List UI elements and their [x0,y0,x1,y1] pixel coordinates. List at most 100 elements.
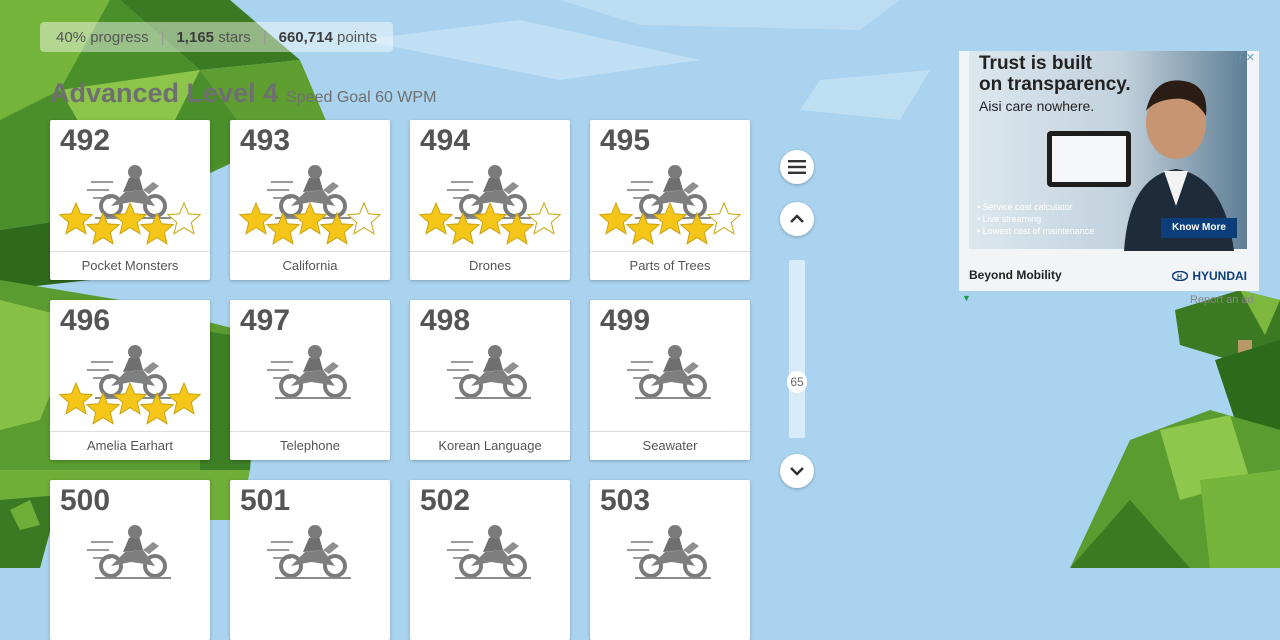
lesson-card[interactable]: 492 Pocket Monsters [50,120,210,280]
scroll-down-button[interactable] [780,454,814,488]
star-icon [166,382,202,415]
lesson-card[interactable]: 502 [410,480,570,640]
menu-icon [788,160,806,174]
star-rating [58,382,202,425]
lesson-card[interactable]: 497 Telephone [230,300,390,460]
level-slider-handle[interactable]: 65 [787,371,807,393]
motorcycle-icon [87,525,171,579]
lesson-title: Parts of Trees [629,258,711,273]
lesson-number: 493 [240,124,291,157]
star-icon [112,202,148,235]
card-divider [410,251,570,252]
card-divider [50,251,210,252]
star-rating [238,202,382,245]
ad-bullet: Live streaming [977,213,1094,225]
ad-tagline: Beyond Mobility [969,268,1062,282]
motorcycle-icon [267,345,351,399]
star-icon [418,202,454,235]
card-divider [410,431,570,432]
star-rating [418,202,562,245]
motorcycle-icon [267,525,351,579]
points-stat: 660,714 points [278,28,378,46]
star-icon [499,211,535,245]
star-icon [679,211,715,245]
stats-bar: 40% progress | 1,165 stars | 660,714 poi… [40,22,394,52]
level-header: Advanced Level 4 Speed Goal 60 WPM [50,78,436,109]
lesson-title: Seawater [642,438,698,453]
lesson-card[interactable]: 493 California [230,120,390,280]
stats-separator: | [262,28,267,46]
lesson-number: 497 [240,304,291,337]
motorcycle-icon [627,525,711,579]
star-icon [112,382,148,415]
lesson-number: 492 [60,124,111,157]
lesson-number: 498 [420,304,471,337]
lesson-number: 499 [600,304,651,337]
level-slider-track[interactable] [789,260,805,438]
star-icon [292,202,328,235]
lesson-card[interactable]: 499 Seawater [590,300,750,460]
lesson-card[interactable]: 494 Drones [410,120,570,280]
star-icon [139,211,175,245]
lesson-title: Amelia Earhart [87,438,173,453]
star-icon [526,202,562,235]
stats-separator: | [160,28,165,46]
speed-goal: Speed Goal 60 WPM [286,89,437,106]
report-ad-link[interactable]: Report an ad [1190,294,1254,306]
star-icon [166,202,202,235]
card-divider [590,431,750,432]
lesson-number: 500 [60,484,111,517]
lesson-title: Telephone [280,438,340,453]
star-icon [625,211,661,245]
chevron-down-icon [790,467,804,476]
star-rating [58,202,202,245]
ad-choices-icon[interactable]: ⓘ✕ [1235,51,1255,65]
star-icon [346,202,382,235]
ad-know-more-button[interactable]: Know More [1161,218,1237,238]
hyundai-logo-icon: H [1172,271,1189,281]
menu-button[interactable] [780,150,814,184]
star-icon [598,202,634,235]
star-icon [85,211,121,245]
lesson-card[interactable]: 495 Parts of Trees [590,120,750,280]
ad-indicator-icon: ▼ [962,293,971,303]
svg-text:H: H [1177,274,1182,281]
ad-bullets: Service cost calculator Live streaming L… [977,201,1095,237]
star-icon [265,211,301,245]
lesson-number: 494 [420,124,471,157]
card-divider [590,251,750,252]
lesson-card[interactable]: 500 [50,480,210,640]
lesson-number: 503 [600,484,651,517]
level-title: Advanced Level 4 [50,78,279,108]
star-icon [85,391,121,425]
card-divider [50,431,210,432]
motorcycle-icon [447,525,531,579]
ad-bullet: Lowest cost of maintenance [977,225,1095,237]
star-icon [58,382,94,415]
ad-headline: on transparency. [979,74,1131,95]
motorcycle-icon [627,345,711,399]
scroll-up-button[interactable] [780,202,814,236]
star-rating [598,202,742,245]
stars-stat: 1,165 stars [176,28,251,46]
lesson-card[interactable]: 501 [230,480,390,640]
chevron-up-icon [790,214,804,223]
lesson-number: 501 [240,484,291,517]
star-icon [706,202,742,235]
lesson-number: 502 [420,484,471,517]
lesson-card[interactable]: 503 [590,480,750,640]
progress-stat: 40% progress [56,28,149,46]
star-icon [445,211,481,245]
star-icon [238,202,274,235]
star-icon [319,211,355,245]
ad-bullet: Service cost calculator [977,201,1094,213]
star-icon [58,202,94,235]
lesson-card[interactable]: 498 Korean Language [410,300,570,460]
motorcycle-icon [447,345,531,399]
ad-subline: Aisi care nowhere. [979,98,1095,114]
advertisement[interactable]: Trust is built on transparency. Aisi car… [959,51,1259,291]
lesson-title: Drones [469,258,511,273]
lesson-card[interactable]: 496 Amelia Earhart [50,300,210,460]
lesson-number: 496 [60,304,111,337]
card-divider [230,251,390,252]
